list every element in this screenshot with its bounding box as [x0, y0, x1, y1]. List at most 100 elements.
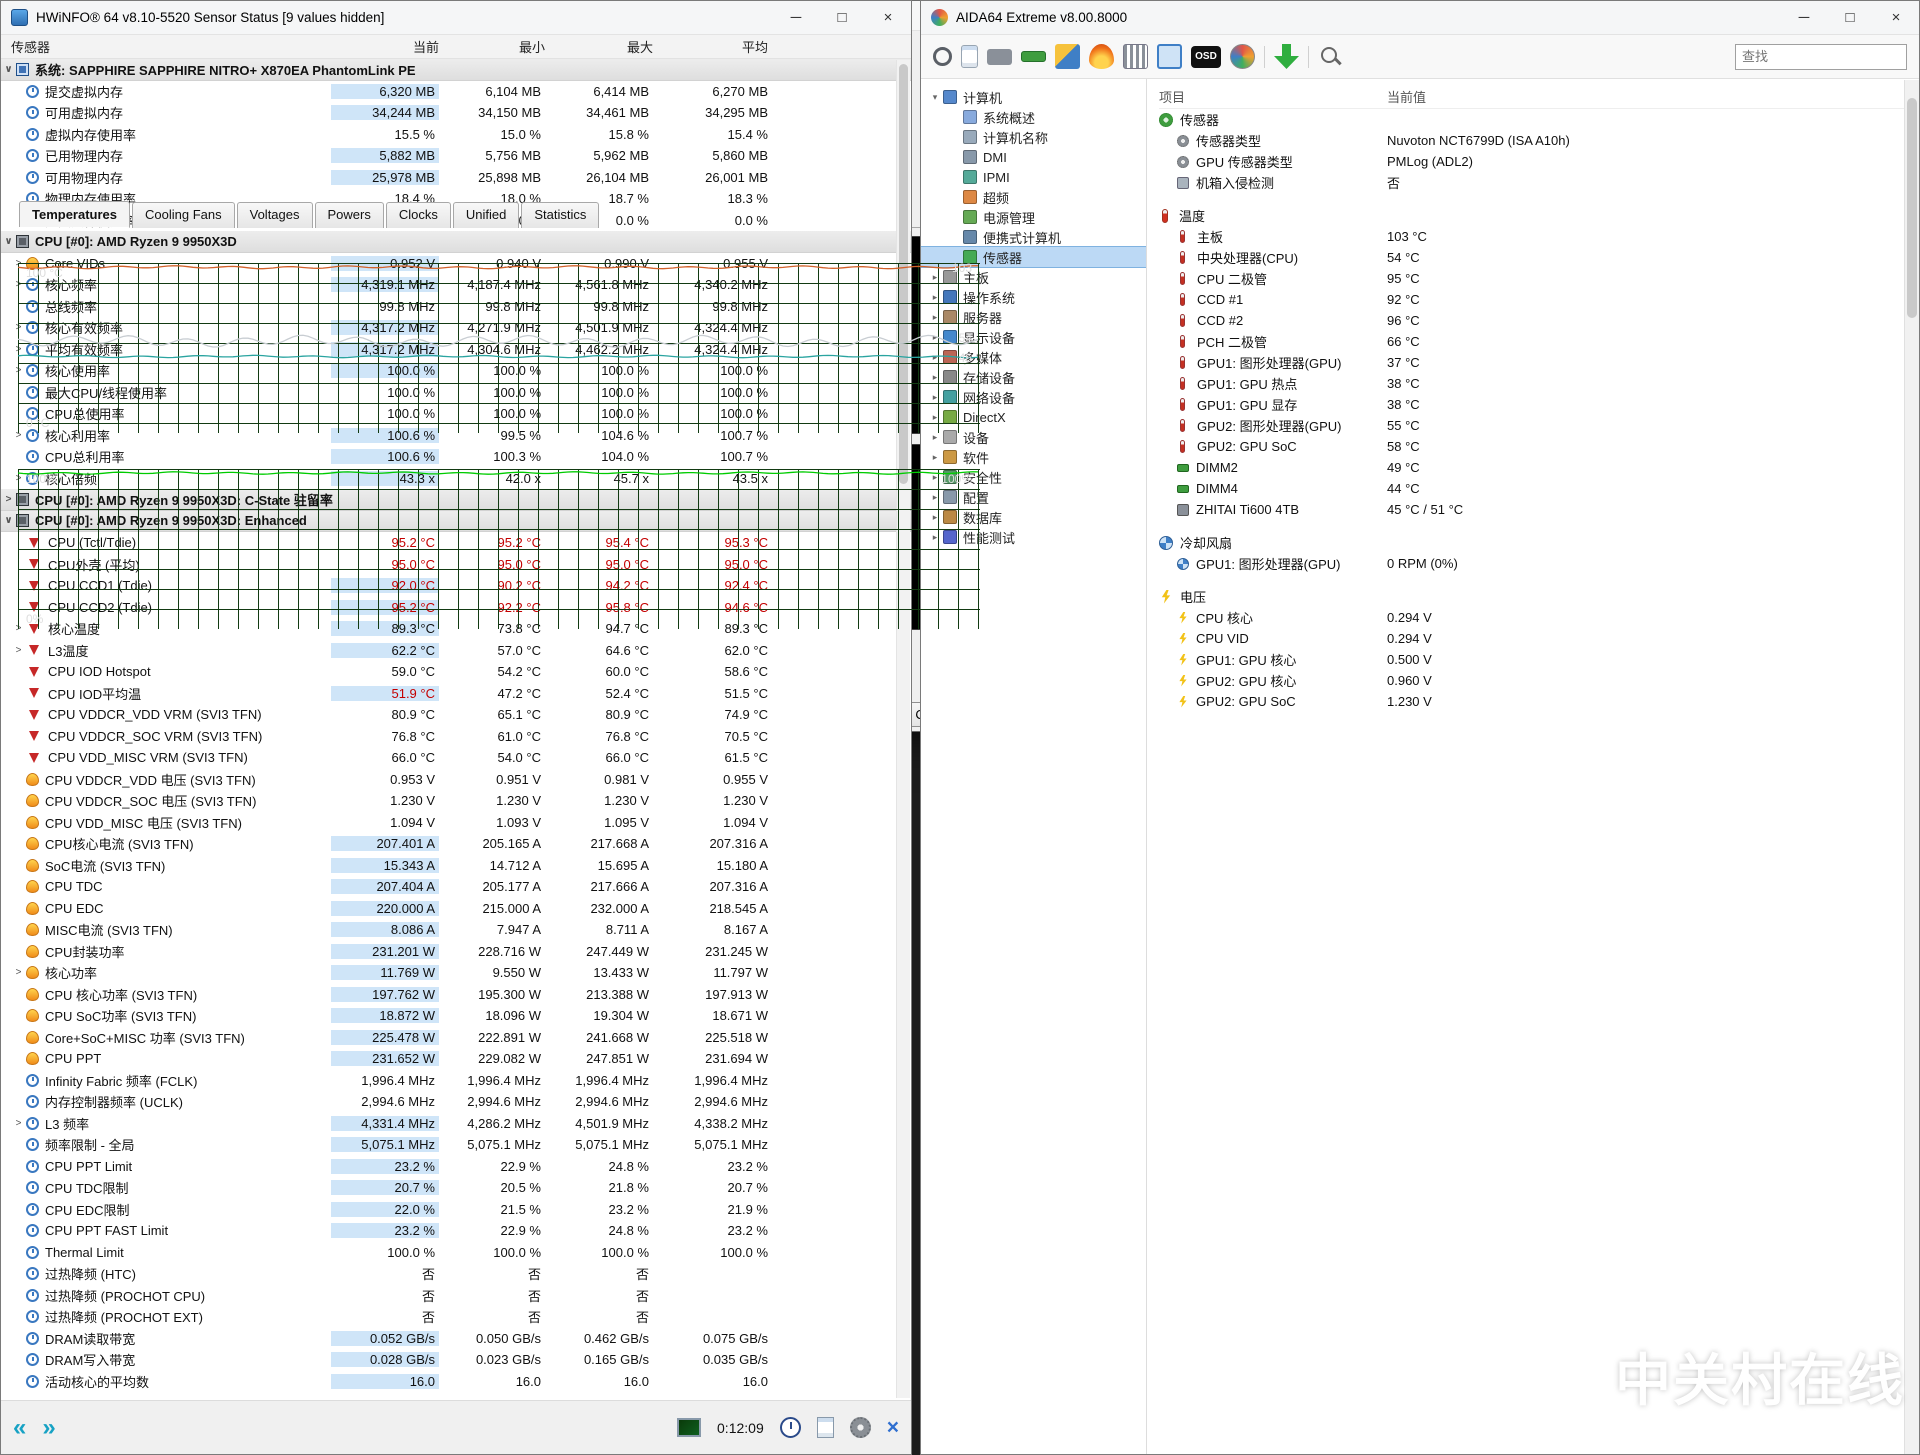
panel-row[interactable]: DIMM249 °C	[1159, 457, 1919, 478]
panel-row[interactable]: 机箱入侵检测否	[1159, 172, 1919, 193]
sensor-row[interactable]: CPU IOD Hotspot59.0 °C54.2 °C60.0 °C58.6…	[1, 661, 911, 683]
tab-cooling-fans[interactable]: Cooling Fans	[132, 202, 235, 228]
sensor-row[interactable]: 频率限制 - 全局5,075.1 MHz5,075.1 MHz5,075.1 M…	[1, 1134, 911, 1156]
panel-row[interactable]: GPU2: GPU SoC58 °C	[1159, 436, 1919, 457]
tab-statistics[interactable]: Statistics	[521, 202, 599, 228]
sidebar-item-计算机[interactable]: ▾计算机	[921, 87, 1146, 107]
scrollbar-thumb[interactable]	[1907, 98, 1917, 318]
expander-icon[interactable]: ∨	[1, 515, 16, 526]
clock-icon[interactable]	[780, 1417, 801, 1438]
column-sensor[interactable]: 传感器	[1, 37, 331, 56]
panel-row[interactable]: DIMM444 °C	[1159, 478, 1919, 499]
sensor-group-header[interactable]: ∨系统: SAPPHIRE SAPPHIRE NITRO+ X870EA Pha…	[1, 59, 911, 81]
sensor-row[interactable]: CPU EDC限制22.0 %21.5 %23.2 %21.9 %	[1, 1199, 911, 1221]
report-icon[interactable]	[961, 45, 978, 68]
sidebar-item-便携式计算机[interactable]: 便携式计算机	[921, 227, 1146, 247]
aida64-titlebar[interactable]: AIDA64 Extreme v8.00.8000 ─ □ ×	[921, 1, 1919, 35]
tree-expander-icon[interactable]: ▸	[927, 432, 943, 443]
sensor-row[interactable]: CPU VDDCR_VDD VRM (SVI3 TFN)80.9 °C65.1 …	[1, 704, 911, 726]
expander-icon[interactable]: ∨	[1, 64, 16, 75]
panel-group-header[interactable]: 冷却风扇	[1159, 532, 1919, 553]
sensor-row[interactable]: 活动核心的平均数16.016.016.016.0	[1, 1371, 911, 1393]
panel-row[interactable]: 主板103 °C	[1159, 226, 1919, 247]
expander-icon[interactable]: >	[11, 1118, 26, 1129]
expander-icon[interactable]: ∨	[1, 236, 16, 247]
sensor-row[interactable]: 内存控制器频率 (UCLK)2,994.6 MHz2,994.6 MHz2,99…	[1, 1091, 911, 1113]
sensor-row[interactable]: CPU 核心功率 (SVI3 TFN)197.762 W195.300 W213…	[1, 984, 911, 1006]
sensor-row[interactable]: 可用虚拟内存34,244 MB34,150 MB34,461 MB34,295 …	[1, 102, 911, 124]
panel-row[interactable]: 中央处理器(CPU)54 °C	[1159, 247, 1919, 268]
sensor-row[interactable]: CPU TDC207.404 A205.177 A217.666 A207.31…	[1, 876, 911, 898]
sidebar-item-DMI[interactable]: DMI	[921, 147, 1146, 167]
sensor-row[interactable]: CPU PPT Limit23.2 %22.9 %24.8 %23.2 %	[1, 1156, 911, 1178]
panel-row[interactable]: CCD #296 °C	[1159, 310, 1919, 331]
panel-row[interactable]: CPU VID0.294 V	[1159, 628, 1919, 649]
sensor-row[interactable]: Thermal Limit100.0 %100.0 %100.0 %100.0 …	[1, 1242, 911, 1264]
capture-icon[interactable]	[987, 49, 1012, 65]
sidebar-item-IPMI[interactable]: IPMI	[921, 167, 1146, 187]
panel-row[interactable]: GPU1: 图形处理器(GPU)37 °C	[1159, 352, 1919, 373]
search-input[interactable]	[1735, 44, 1907, 70]
panel-row[interactable]: CPU 核心0.294 V	[1159, 607, 1919, 628]
sensor-row[interactable]: CPU TDC限制20.7 %20.5 %21.8 %20.7 %	[1, 1177, 911, 1199]
close-button[interactable]: ×	[1873, 1, 1919, 34]
panel-row[interactable]: GPU1: GPU 显存38 °C	[1159, 394, 1919, 415]
vertical-scrollbar[interactable]	[1904, 80, 1919, 1454]
tab-powers[interactable]: Powers	[315, 202, 384, 228]
minimize-button[interactable]: ─	[773, 1, 819, 34]
maximize-button[interactable]: □	[1827, 1, 1873, 34]
panel-row[interactable]: GPU1: 图形处理器(GPU)0 RPM (0%)	[1159, 553, 1919, 574]
back-icon[interactable]: «	[13, 1416, 26, 1440]
sensor-row[interactable]: CPU VDD_MISC VRM (SVI3 TFN)66.0 °C54.0 °…	[1, 747, 911, 769]
osd-icon[interactable]: OSD	[1191, 46, 1221, 68]
sensor-row[interactable]: 过热降频 (HTC)否否否	[1, 1263, 911, 1285]
panel-row[interactable]: CCD #192 °C	[1159, 289, 1919, 310]
sensor-row[interactable]: SoC电流 (SVI3 TFN)15.343 A14.712 A15.695 A…	[1, 855, 911, 877]
sensor-row[interactable]: >L3温度62.2 °C57.0 °C64.6 °C62.0 °C	[1, 640, 911, 662]
column-current[interactable]: 当前	[331, 37, 439, 56]
refresh-icon[interactable]	[933, 47, 952, 66]
minimize-button[interactable]: ─	[1781, 1, 1827, 34]
sensor-row[interactable]: CPU VDDCR_VDD 电压 (SVI3 TFN)0.953 V0.951 …	[1, 769, 911, 791]
tree-expander-icon[interactable]: ▾	[927, 92, 943, 103]
tab-clocks[interactable]: Clocks	[386, 202, 451, 228]
panel-row[interactable]: GPU1: GPU 热点38 °C	[1159, 373, 1919, 394]
sensor-row[interactable]: Infinity Fabric 频率 (FCLK)1,996.4 MHz1,99…	[1, 1070, 911, 1092]
panel-group-header[interactable]: 温度	[1159, 205, 1919, 226]
panel-row[interactable]: PCH 二极管66 °C	[1159, 331, 1919, 352]
settings-gear-icon[interactable]	[850, 1417, 871, 1438]
search-icon[interactable]	[1318, 44, 1343, 69]
tab-voltages[interactable]: Voltages	[237, 202, 313, 228]
panel-row[interactable]: GPU 传感器类型PMLog (ADL2)	[1159, 151, 1919, 172]
sensor-row[interactable]: CPU封装功率231.201 W228.716 W247.449 W231.24…	[1, 941, 911, 963]
sidebar-item-系统概述[interactable]: 系统概述	[921, 107, 1146, 127]
sidebar-item-软件[interactable]: ▸软件	[921, 447, 1146, 467]
clock-icon[interactable]	[1230, 44, 1255, 69]
sensor-group-header[interactable]: ∨CPU [#0]: AMD Ryzen 9 9950X3D	[1, 231, 911, 253]
tab-temperatures[interactable]: Temperatures	[19, 201, 130, 227]
hwinfo-titlebar[interactable]: HWiNFO® 64 v8.10-5520 Sensor Status [9 v…	[1, 1, 911, 35]
close-button[interactable]: ×	[865, 1, 911, 34]
panel-row[interactable]: GPU2: 图形处理器(GPU)55 °C	[1159, 415, 1919, 436]
sensor-row[interactable]: CPU PPT231.652 W229.082 W247.851 W231.69…	[1, 1048, 911, 1070]
panel-group-header[interactable]: 传感器	[1159, 109, 1919, 130]
panel-row[interactable]: GPU2: GPU 核心0.960 V	[1159, 670, 1919, 691]
sensor-row[interactable]: MISC电流 (SVI3 TFN)8.086 A7.947 A8.711 A8.…	[1, 919, 911, 941]
sensor-row[interactable]: 过热降频 (PROCHOT EXT)否否否	[1, 1306, 911, 1328]
sensor-row[interactable]: CPU VDDCR_SOC VRM (SVI3 TFN)76.8 °C61.0 …	[1, 726, 911, 748]
sensor-row[interactable]: CPU IOD平均温51.9 °C47.2 °C52.4 °C51.5 °C	[1, 683, 911, 705]
sensor-row[interactable]: Core+SoC+MISC 功率 (SVI3 TFN)225.478 W222.…	[1, 1027, 911, 1049]
panel-row[interactable]: ZHITAI Ti600 4TB45 °C / 51 °C	[1159, 499, 1919, 520]
sensor-row[interactable]: CPU EDC220.000 A215.000 A232.000 A218.54…	[1, 898, 911, 920]
expander-icon[interactable]: >	[11, 645, 26, 656]
expander-icon[interactable]: >	[11, 967, 26, 978]
sensor-row[interactable]: CPU VDDCR_SOC 电压 (SVI3 TFN)1.230 V1.230 …	[1, 790, 911, 812]
benchmark-icon[interactable]	[1055, 44, 1080, 69]
tree-expander-icon[interactable]: ▸	[927, 452, 943, 463]
burn-in-icon[interactable]	[1089, 44, 1114, 69]
memory-icon[interactable]	[1021, 51, 1046, 62]
panel-row[interactable]: CPU 二极管95 °C	[1159, 268, 1919, 289]
column-avg[interactable]: 平均	[653, 37, 772, 56]
sensor-row[interactable]: 可用物理内存25,978 MB25,898 MB26,104 MB26,001 …	[1, 167, 911, 189]
sensor-row[interactable]: >核心功率11.769 W9.550 W13.433 W11.797 W	[1, 962, 911, 984]
